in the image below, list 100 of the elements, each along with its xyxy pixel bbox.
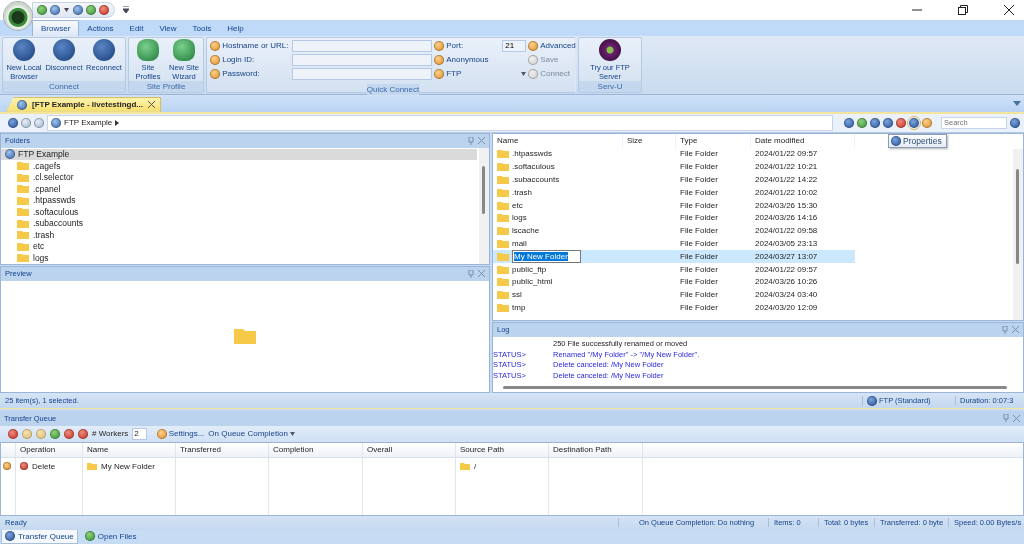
ribbon-tab[interactable]: Tools [184, 20, 220, 36]
file-name: .subaccounts [512, 175, 560, 184]
file-name: public_ftp [512, 264, 547, 274]
workers-spinner[interactable]: 2 [132, 428, 147, 440]
folder-icon [497, 213, 509, 223]
folder-icon [497, 226, 509, 236]
folder-icon [497, 302, 509, 312]
group-title: Quick Connect [366, 83, 420, 95]
protocol-dropdown[interactable]: FTP [434, 67, 527, 80]
close-icon[interactable] [148, 101, 155, 109]
column-header[interactable]: Size [623, 133, 676, 148]
close-icon[interactable] [1004, 4, 1014, 15]
file-row[interactable]: .htpasswds File Folder 2024/01/22 09:57 [493, 147, 855, 161]
tree-item[interactable]: .cagefs [1, 160, 477, 172]
file-name: mail [512, 238, 527, 248]
table-cell-text: File Folder [679, 225, 719, 238]
address-field[interactable]: FTP Example [47, 114, 833, 131]
file-name: lscache [512, 226, 540, 236]
folder-icon [17, 218, 29, 228]
scrollbar[interactable] [479, 147, 489, 264]
ribbon-tab[interactable]: View [151, 20, 185, 36]
column-header[interactable]: Date modified [751, 133, 855, 148]
file-row[interactable]: mail File Folder 2024/03/05 23:13 [493, 237, 855, 250]
settings-button[interactable]: Settings... [156, 428, 205, 440]
file-row[interactable]: .trash File Folder 2024/01/22 10:02 [493, 185, 855, 199]
table-cell-text: File Folder [679, 186, 719, 199]
file-row[interactable]: ssl File Folder 2024/03/24 03:40 [493, 288, 855, 302]
tree-item[interactable]: .cpanel [1, 183, 477, 195]
folder-icon [497, 290, 509, 300]
caret-icon [521, 71, 527, 76]
folder-icon [17, 207, 29, 217]
breadcrumb[interactable]: FTP Example [64, 118, 113, 128]
customize-icon[interactable] [123, 6, 129, 14]
table-cell-text: 2024/01/22 10:21 [754, 161, 819, 174]
chevron-icon[interactable] [115, 119, 120, 126]
file-name: public_html [512, 277, 553, 287]
file-row[interactable]: .subaccounts File Folder 2024/01/22 14:22 [493, 173, 855, 186]
tree-item[interactable]: .softaculous [1, 206, 477, 218]
folder-icon [87, 462, 97, 471]
file-row[interactable]: tmp File Folder 2024/03/20 12:09 [493, 301, 855, 314]
ribbon-tab[interactable]: Help [219, 20, 252, 36]
file-row[interactable]: public_html File Folder 2024/03/26 10:26 [493, 275, 855, 289]
table-cell-text: 2024/01/22 09:57 [754, 263, 819, 276]
document-tab[interactable]: [FTP Example - livetestingd... [6, 96, 161, 112]
column-header[interactable]: Completion [269, 443, 363, 457]
tree-item[interactable]: .htpasswds [1, 194, 477, 206]
table-cell-text: 2024/03/26 10:26 [754, 276, 819, 289]
tree-item[interactable]: FTP Example [1, 148, 477, 160]
rename-field[interactable]: My New Folder [512, 249, 581, 263]
ribbon-tab[interactable]: Edit [121, 20, 152, 36]
file-row[interactable]: etc File Folder 2024/03/26 15:30 [493, 198, 855, 212]
table-cell-text: File Folder [679, 301, 719, 314]
table-cell-text: 2024/03/20 12:09 [754, 301, 819, 314]
panel-tab[interactable]: Open Files [81, 530, 140, 543]
caret-icon [289, 432, 295, 436]
folder-icon [17, 195, 29, 205]
anonymous-button[interactable]: Anonymous [434, 53, 489, 66]
tree-item[interactable]: .cl.selector [1, 171, 477, 183]
column-header[interactable]: Transferred [176, 443, 269, 457]
scrollbar[interactable] [1013, 148, 1023, 320]
folder-icon [17, 241, 29, 251]
login-field[interactable] [292, 53, 433, 66]
restore-icon[interactable] [958, 4, 968, 15]
caret-icon[interactable] [64, 7, 69, 12]
ribbon-button[interactable]: Advanced [528, 39, 576, 52]
app-menu-button[interactable] [4, 2, 32, 30]
table-cell-text: File Folder [679, 174, 719, 186]
table-cell-text: 2024/03/24 03:40 [754, 289, 819, 302]
table-cell-text: 2024/03/05 23:13 [754, 237, 819, 250]
column-header[interactable]: Overall [363, 443, 456, 457]
folder-icon [497, 187, 509, 197]
tree-item[interactable]: .subaccounts [1, 217, 477, 229]
field-label: Login ID: [222, 55, 255, 65]
scrollbar[interactable] [503, 386, 1007, 390]
folder-icon [497, 200, 509, 210]
table-cell-text: File Folder [679, 250, 719, 263]
file-row[interactable]: .softaculous File Folder 2024/01/22 10:21 [493, 160, 855, 174]
tree-item[interactable]: logs [1, 252, 477, 264]
caret-icon[interactable] [1013, 100, 1021, 106]
file-name: logs [512, 213, 527, 223]
column-header[interactable]: Destination Path [549, 443, 643, 457]
column-header[interactable]: Name [493, 133, 623, 148]
column-header[interactable]: Source Path [456, 443, 549, 457]
tree-item[interactable]: .trash [1, 229, 477, 241]
file-row[interactable]: My New Folder File Folder 2024/03/27 13:07 [493, 249, 855, 263]
column-header[interactable]: Type [676, 133, 751, 148]
column-header[interactable]: Name [83, 443, 176, 457]
port-field[interactable]: 21 [502, 39, 527, 52]
folder-icon [497, 162, 509, 172]
folder-icon [17, 230, 29, 240]
completion-dropdown[interactable]: On Queue Completion [208, 428, 295, 440]
password-field[interactable] [292, 67, 433, 80]
queue-row[interactable]: Delete My New Folder / [1, 460, 1023, 473]
file-row[interactable]: lscache File Folder 2024/01/22 09:58 [493, 224, 855, 238]
tree-item[interactable]: etc [1, 240, 477, 252]
ribbon-tab[interactable]: Actions [79, 20, 122, 36]
hostname-field[interactable] [292, 39, 433, 52]
file-row[interactable]: logs File Folder 2024/03/26 14:16 [493, 211, 855, 225]
file-row[interactable]: public_ftp File Folder 2024/01/22 09:57 [493, 262, 855, 276]
column-header[interactable]: Operation [16, 443, 83, 457]
